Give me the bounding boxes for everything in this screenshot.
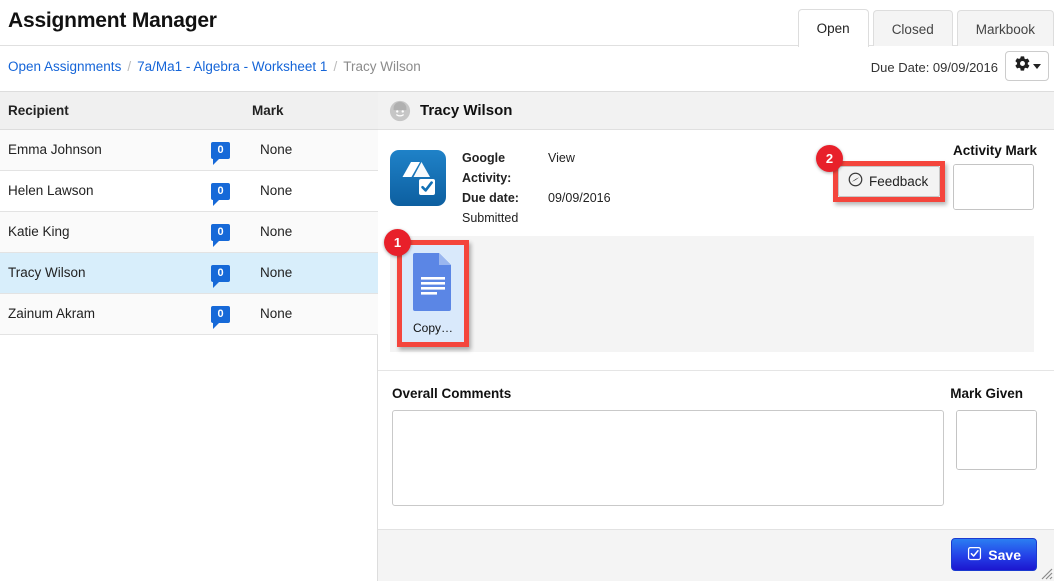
comment-count-badge[interactable]: 0	[211, 305, 230, 329]
overall-comments-input[interactable]	[392, 410, 945, 506]
recipient-name: Tracy Wilson	[0, 252, 126, 294]
column-header-recipient: Recipient	[0, 92, 126, 130]
submission-status: Submitted	[462, 211, 519, 225]
recipient-mark: None	[252, 129, 378, 171]
feedback-comment-icon	[848, 172, 863, 190]
comment-count-cell[interactable]: 0	[126, 252, 252, 294]
comment-count-cell[interactable]: 0	[126, 170, 252, 212]
mark-given-input[interactable]	[957, 411, 1037, 469]
mark-given-input-group[interactable]: %	[956, 410, 1037, 470]
annotation-badge-2: 2	[816, 145, 843, 172]
recipient-name: Helen Lawson	[0, 170, 126, 212]
breadcrumb-separator: /	[127, 59, 132, 74]
breadcrumb-item-current: Tracy Wilson	[343, 59, 421, 74]
assignment-detail-pane: Tracy Wilson Google Activity: View Due d…	[378, 92, 1054, 581]
mark-given-label: Mark Given	[950, 386, 1023, 401]
recipient-name: Katie King	[0, 211, 126, 253]
comments-header: Overall Comments Mark Given	[392, 386, 1037, 401]
tab-markbook[interactable]: Markbook	[956, 10, 1054, 47]
activity-mark-input[interactable]	[953, 165, 1033, 209]
table-header-row: Recipient Mark	[0, 92, 378, 130]
comment-count-cell[interactable]: 0	[126, 293, 252, 335]
check-square-icon	[967, 546, 982, 564]
activity-metadata: Google Activity: View Due date: 09/09/20…	[462, 148, 611, 228]
breadcrumb-bar: Open Assignments / 7a/Ma1 - Algebra - Wo…	[0, 46, 1054, 92]
meta-label-due-date: Due date:	[462, 191, 519, 205]
google-drive-activity-icon[interactable]	[390, 150, 446, 206]
activity-block: Google Activity: View Due date: 09/09/20…	[378, 130, 1054, 250]
gear-icon	[1014, 55, 1031, 77]
activity-mark-input-group[interactable]: %	[952, 164, 1034, 210]
activity-mark-label: Activity Mark	[952, 143, 1037, 158]
feedback-button[interactable]: Feedback	[838, 166, 941, 197]
meta-value-google-activity[interactable]: View	[548, 148, 575, 188]
overall-comments-label: Overall Comments	[392, 386, 512, 401]
table-row[interactable]: Emma Johnson 0 None	[0, 129, 378, 171]
comment-count-badge[interactable]: 0	[211, 264, 230, 288]
meta-row-google-activity: Google Activity: View	[462, 148, 611, 188]
chevron-down-icon	[1032, 63, 1041, 69]
file-tile-copy[interactable]: Copy…	[402, 245, 464, 342]
student-name: Tracy Wilson	[420, 102, 513, 119]
save-button[interactable]: Save	[951, 538, 1037, 571]
comment-count-badge[interactable]: 0	[211, 182, 230, 206]
recipients-table: Recipient Mark Emma Johnson 0 None Helen…	[0, 92, 378, 335]
recipient-name: Emma Johnson	[0, 129, 126, 171]
feedback-button-label: Feedback	[869, 173, 929, 189]
due-date-text: Due Date: 09/09/2016	[870, 60, 998, 75]
settings-button[interactable]	[1005, 51, 1049, 81]
page-title: Assignment Manager	[8, 9, 217, 32]
column-header-mark: Mark	[252, 92, 378, 130]
feedback-highlight-box: Feedback	[833, 161, 946, 202]
recipient-mark: None	[252, 293, 378, 335]
table-row-selected[interactable]: Tracy Wilson 0 None	[0, 252, 378, 294]
table-row[interactable]: Helen Lawson 0 None	[0, 170, 378, 212]
tab-bar: Open Closed Markbook	[797, 9, 1054, 48]
avatar-icon	[389, 100, 411, 122]
save-button-label: Save	[988, 546, 1021, 563]
recipient-name: Zainum Akram	[0, 293, 126, 335]
tab-open[interactable]: Open	[797, 9, 869, 48]
breadcrumb: Open Assignments / 7a/Ma1 - Algebra - Wo…	[8, 59, 421, 74]
tab-closed[interactable]: Closed	[872, 10, 953, 47]
recipient-mark: None	[252, 252, 378, 294]
activity-mark-group: Activity Mark %	[952, 143, 1037, 210]
recipient-mark: None	[252, 211, 378, 253]
feedback-button-wrapper: 2 Feedback	[816, 145, 946, 202]
breadcrumb-item-worksheet[interactable]: 7a/Ma1 - Algebra - Worksheet 1	[137, 59, 327, 74]
overall-comments-section: Overall Comments Mark Given %	[378, 370, 1054, 528]
comments-row: %	[392, 410, 1037, 506]
student-header: Tracy Wilson	[378, 92, 1054, 130]
annotation-badge-1: 1	[384, 229, 411, 256]
resize-handle-icon[interactable]	[1038, 565, 1053, 580]
submitted-files-area: 1 Copy…	[384, 229, 1034, 352]
meta-label-google-activity: Google Activity:	[462, 151, 512, 185]
google-docs-file-icon	[409, 251, 457, 318]
table-row[interactable]: Katie King 0 None	[0, 211, 378, 253]
file-name-label: Copy…	[412, 321, 453, 335]
file-highlight-box: Copy…	[397, 240, 469, 347]
assignment-manager-window: Assignment Manager Open Closed Markbook …	[0, 0, 1054, 581]
meta-row-status: Submitted	[462, 208, 611, 228]
comment-count-cell[interactable]: 0	[126, 211, 252, 253]
breadcrumb-item-open-assignments[interactable]: Open Assignments	[8, 59, 121, 74]
app-header: Assignment Manager Open Closed Markbook	[0, 0, 1054, 48]
meta-value-due-date: 09/09/2016	[548, 191, 611, 205]
comment-count-badge[interactable]: 0	[211, 141, 230, 165]
footer-bar: Save	[378, 529, 1054, 581]
column-header-blank	[126, 92, 252, 130]
recipient-mark: None	[252, 170, 378, 212]
meta-row-due-date: Due date: 09/09/2016	[462, 188, 611, 208]
breadcrumb-separator: /	[333, 59, 338, 74]
comment-count-cell[interactable]: 0	[126, 129, 252, 171]
recipients-pane: Recipient Mark Emma Johnson 0 None Helen…	[0, 92, 378, 581]
table-row[interactable]: Zainum Akram 0 None	[0, 293, 378, 335]
comment-count-badge[interactable]: 0	[211, 223, 230, 247]
